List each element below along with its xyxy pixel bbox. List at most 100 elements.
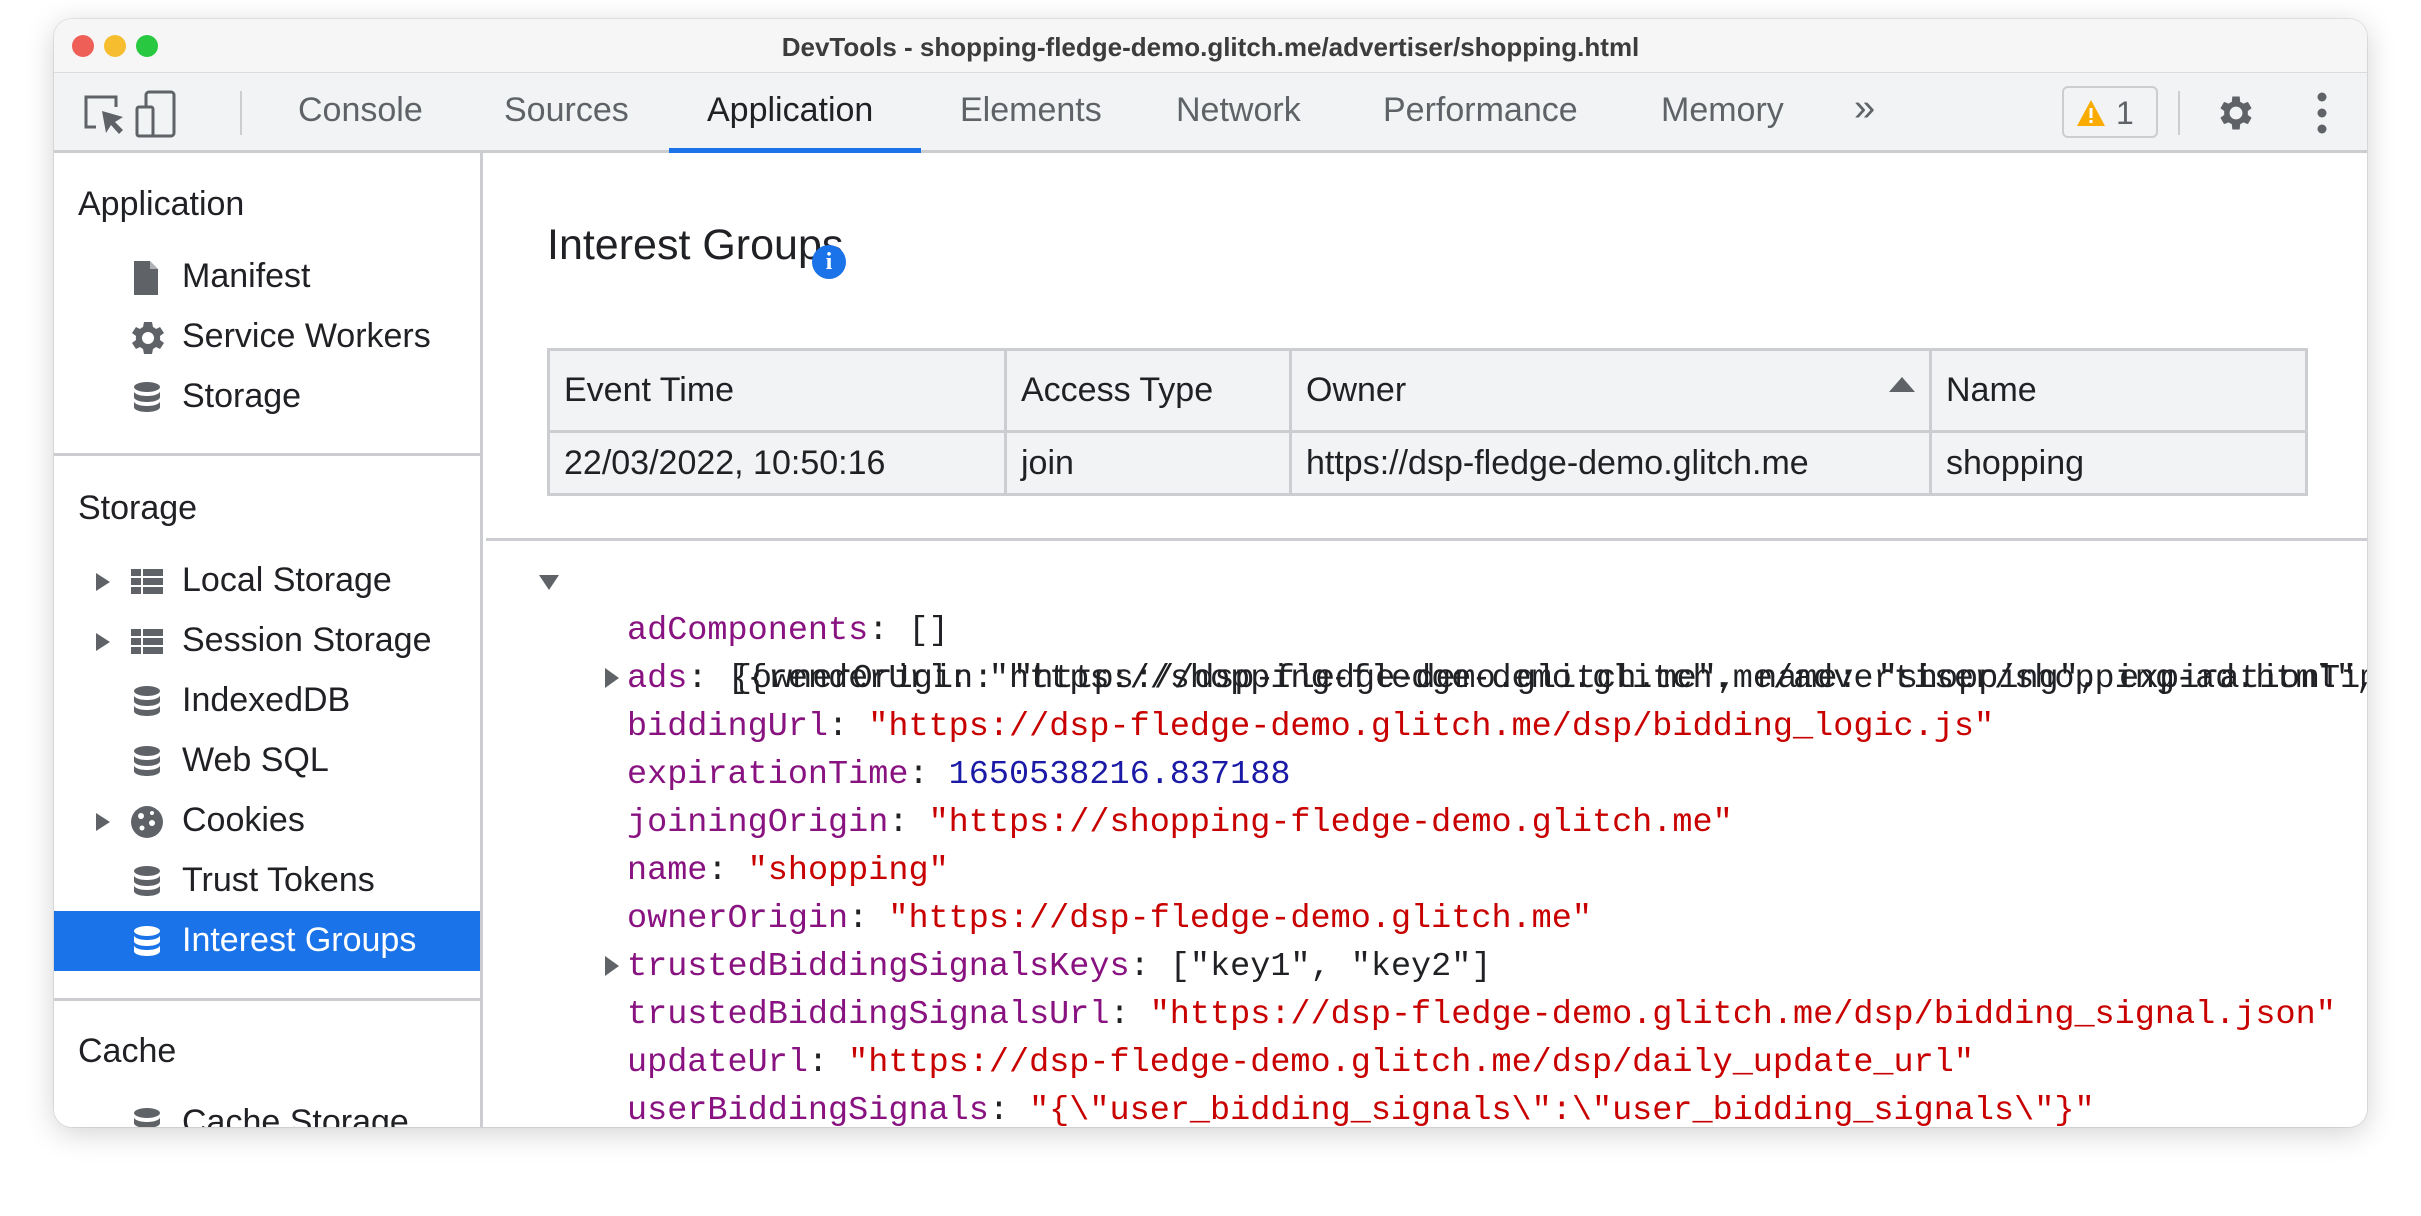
sidebar-item-web-sql[interactable]: Web SQL (54, 731, 480, 791)
colon: : (1129, 948, 1170, 986)
grid-icon (131, 569, 163, 594)
settings-gear-icon[interactable] (2214, 91, 2258, 135)
property-trustedBiddingSignalsUrl[interactable]: trustedBiddingSignalsUrl: "https://dsp-f… (627, 991, 2336, 1039)
sidebar-item-cookies[interactable]: Cookies (54, 791, 480, 851)
inspect-element-icon[interactable] (82, 93, 126, 137)
sidebar-item-trust-tokens[interactable]: Trust Tokens (54, 851, 480, 911)
sidebar-item-service-workers[interactable]: Service Workers (54, 307, 480, 367)
expand-triangle-icon[interactable] (605, 956, 619, 976)
title-bar: DevTools - shopping-fledge-demo.glitch.m… (54, 19, 2367, 73)
file-icon (134, 261, 158, 295)
tab-memory[interactable]: Memory (1661, 91, 1784, 130)
property-adComponents[interactable]: adComponents: [] (627, 607, 949, 655)
colon: : (707, 852, 748, 890)
property-expirationTime[interactable]: expirationTime: 1650538216.837188 (627, 751, 1290, 799)
sidebar-item-cache-storage[interactable]: Cache Storage (54, 1093, 480, 1127)
property-value: "https://dsp-fledge-demo.glitch.me/dsp/b… (868, 708, 1995, 746)
column-header-access-type[interactable]: Access Type (1004, 348, 1292, 433)
sidebar-item-storage[interactable]: Storage (54, 367, 480, 427)
devtools-window: DevTools - shopping-fledge-demo.glitch.m… (54, 19, 2367, 1127)
property-key: biddingUrl (627, 708, 829, 746)
device-toolbar-icon[interactable] (134, 89, 178, 141)
interest-groups-table: Event Time Access Type Owner Name 22/03/… (547, 348, 2308, 496)
sidebar-item-interest-groups[interactable]: Interest Groups (54, 911, 480, 971)
property-key: expirationTime (627, 756, 909, 794)
sidebar-section-cache: Cache (78, 1032, 177, 1070)
sidebar-item-label: Web SQL (182, 741, 329, 779)
warnings-counter-button[interactable]: 1 (2062, 86, 2158, 138)
sidebar-item-label: Cookies (182, 801, 305, 839)
property-key: updateUrl (627, 1044, 808, 1082)
sidebar-item-local-storage[interactable]: Local Storage (54, 551, 480, 611)
sidebar-item-label: IndexedDB (182, 681, 351, 719)
tab-application[interactable]: Application (707, 91, 873, 130)
collapse-triangle-icon[interactable] (539, 575, 559, 590)
cell-owner: https://dsp-fledge-demo.glitch.me (1289, 430, 1932, 496)
property-ads[interactable]: ads: [{renderUrl: "https://shopping-fled… (605, 655, 2367, 703)
sidebar-item-label: Session Storage (182, 621, 432, 659)
expand-triangle-icon[interactable] (605, 668, 619, 688)
property-key: userBiddingSignals (627, 1092, 989, 1127)
sidebar-item-label: Cache Storage (182, 1103, 409, 1127)
table-row[interactable]: 22/03/2022, 10:50:16 join https://dsp-fl… (547, 430, 2308, 496)
sidebar-section-application: Application (78, 185, 245, 223)
colon: : (908, 756, 949, 794)
cookie-icon (131, 806, 163, 838)
application-sidebar: Application Manifest Service Workers Storag… (54, 153, 483, 1127)
property-biddingUrl[interactable]: biddingUrl: "https://dsp-fledge-demo.gli… (627, 703, 1994, 751)
colon: : (988, 1092, 1030, 1127)
interest-group-details: {ownerOrigin: "https://dsp-fledge-demo.g… (486, 559, 2367, 1127)
property-value: "https://dsp-fledge-demo.glitch.me/dsp/d… (848, 1044, 1974, 1082)
property-key: joiningOrigin (627, 804, 889, 842)
property-trustedBiddingSignalsKeys[interactable]: trustedBiddingSignalsKeys: ["key1", "key… (605, 943, 1491, 991)
expand-triangle-icon[interactable] (96, 813, 110, 831)
devtools-toolbar: Console Sources Application Elements Network… (54, 73, 2367, 153)
sidebar-item-manifest[interactable]: Manifest (54, 247, 480, 307)
colon: : (848, 900, 889, 938)
property-value: "{\"user_bidding_signals\":\"user_biddin… (1029, 1092, 2095, 1127)
tab-elements[interactable]: Elements (960, 91, 1102, 130)
colon: : (868, 612, 909, 650)
column-header-owner[interactable]: Owner (1289, 348, 1932, 433)
window-title: DevTools - shopping-fledge-demo.glitch.m… (781, 32, 1640, 62)
interest-groups-panel: Interest Groups i Event Time Access Type… (486, 153, 2367, 1127)
warning-count: 1 (2116, 95, 2134, 131)
sidebar-item-label: Interest Groups (182, 921, 417, 959)
tab-performance[interactable]: Performance (1383, 91, 1578, 130)
database-icon (134, 382, 160, 412)
tab-sources[interactable]: Sources (504, 91, 629, 130)
property-name[interactable]: name: "shopping" (627, 847, 949, 895)
column-header-name[interactable]: Name (1929, 348, 2308, 433)
property-ownerOrigin[interactable]: ownerOrigin: "https://dsp-fledge-demo.gl… (627, 895, 1592, 943)
property-key: ownerOrigin (627, 900, 849, 938)
sort-ascending-icon (1889, 377, 1915, 392)
database-icon (134, 926, 160, 956)
property-value: [] (908, 612, 949, 650)
property-userBiddingSignals[interactable]: userBiddingSignals: "{\"user_bidding_sig… (627, 1087, 2095, 1127)
more-options-icon[interactable] (2316, 91, 2328, 135)
tab-network[interactable]: Network (1176, 91, 1301, 130)
colon: : (888, 804, 929, 842)
sidebar-item-label: Local Storage (182, 561, 392, 599)
expand-triangle-icon[interactable] (96, 633, 110, 651)
column-header-event-time[interactable]: Event Time (547, 348, 1007, 433)
colon: : (687, 660, 728, 698)
property-updateUrl[interactable]: updateUrl: "https://dsp-fledge-demo.glit… (627, 1039, 1974, 1087)
property-key: trustedBiddingSignalsUrl (627, 996, 1110, 1034)
divider (486, 538, 2367, 541)
table-header-row: Event Time Access Type Owner Name (547, 348, 2308, 433)
sidebar-item-label: Storage (182, 377, 302, 415)
sidebar-item-session-storage[interactable]: Session Storage (54, 611, 480, 671)
property-key: adComponents (627, 612, 869, 650)
cell-name: shopping (1929, 430, 2308, 496)
property-joiningOrigin[interactable]: joiningOrigin: "https://shopping-fledge-… (627, 799, 1733, 847)
expand-triangle-icon[interactable] (96, 573, 110, 591)
sidebar-item-label: Trust Tokens (182, 861, 375, 899)
database-icon (134, 866, 160, 896)
tab-console[interactable]: Console (298, 91, 423, 130)
grid-icon (131, 629, 163, 654)
info-icon[interactable]: i (812, 245, 846, 279)
sidebar-item-indexeddb[interactable]: IndexedDB (54, 671, 480, 731)
colon: : (1109, 996, 1150, 1034)
more-tabs-button[interactable]: » (1854, 87, 1875, 130)
